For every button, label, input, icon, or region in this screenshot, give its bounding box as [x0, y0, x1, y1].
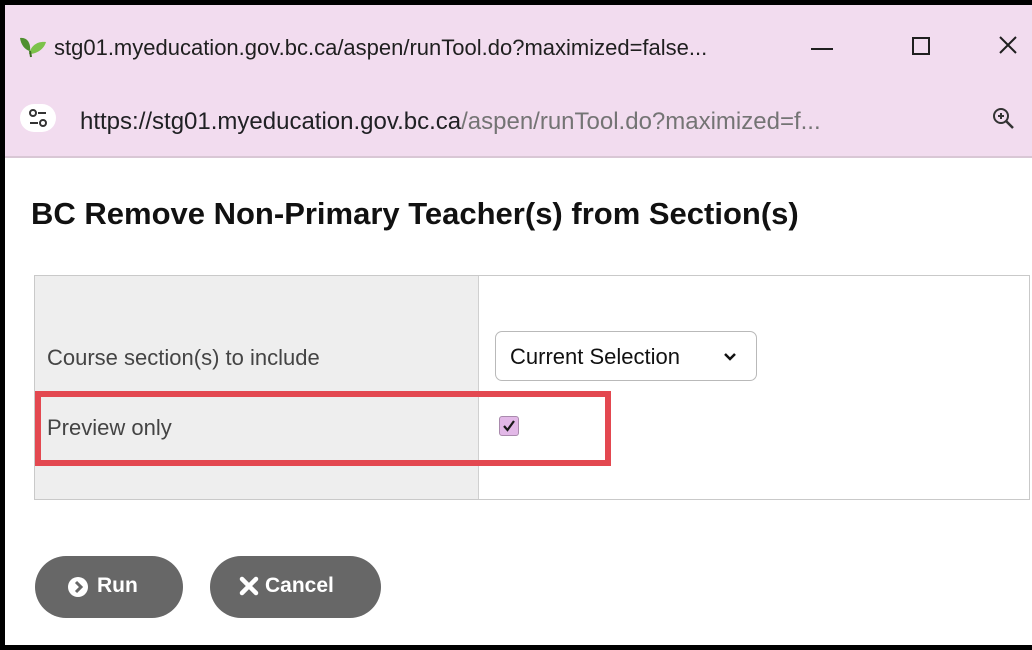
url-text[interactable]: https://stg01.myeducation.gov.bc.ca/aspe…: [80, 108, 821, 136]
tool-options-form: Course section(s) to include Current Sel…: [34, 275, 1030, 500]
cancel-button[interactable]: Cancel: [210, 556, 381, 618]
url-host: https://stg01.myeducation.gov.bc.ca: [80, 108, 462, 135]
address-bar[interactable]: https://stg01.myeducation.gov.bc.ca/aspe…: [5, 84, 1032, 158]
run-button[interactable]: Run: [35, 556, 183, 618]
page-title: BC Remove Non-Primary Teacher(s) from Se…: [31, 196, 799, 231]
course-sections-label: Course section(s) to include: [47, 345, 320, 370]
url-path: /aspen/runTool.do?maximized=f...: [461, 108, 821, 135]
chevron-down-icon: [724, 353, 736, 361]
leaf-icon: [17, 35, 47, 59]
run-label: Run: [97, 574, 138, 597]
course-sections-select[interactable]: Current Selection: [495, 331, 757, 381]
highlight-box: [35, 391, 611, 466]
page-content: BC Remove Non-Primary Teacher(s) from Se…: [5, 158, 1032, 645]
close-button[interactable]: [990, 27, 1030, 67]
cancel-label: Cancel: [265, 574, 334, 597]
close-icon: [999, 36, 1017, 54]
browser-window: stg01.myeducation.gov.bc.ca/aspen/runToo…: [5, 5, 1032, 645]
x-icon: [239, 576, 259, 596]
course-sections-value: Current Selection: [510, 344, 680, 369]
chevron-right-circle-icon: [68, 577, 88, 597]
title-bar: stg01.myeducation.gov.bc.ca/aspen/runToo…: [5, 5, 1032, 84]
tune-icon[interactable]: [18, 102, 58, 134]
maximize-button[interactable]: [905, 27, 945, 67]
zoom-in-icon[interactable]: [991, 106, 1017, 132]
window-title: stg01.myeducation.gov.bc.ca/aspen/runToo…: [54, 35, 708, 60]
minimize-button[interactable]: [805, 27, 845, 67]
